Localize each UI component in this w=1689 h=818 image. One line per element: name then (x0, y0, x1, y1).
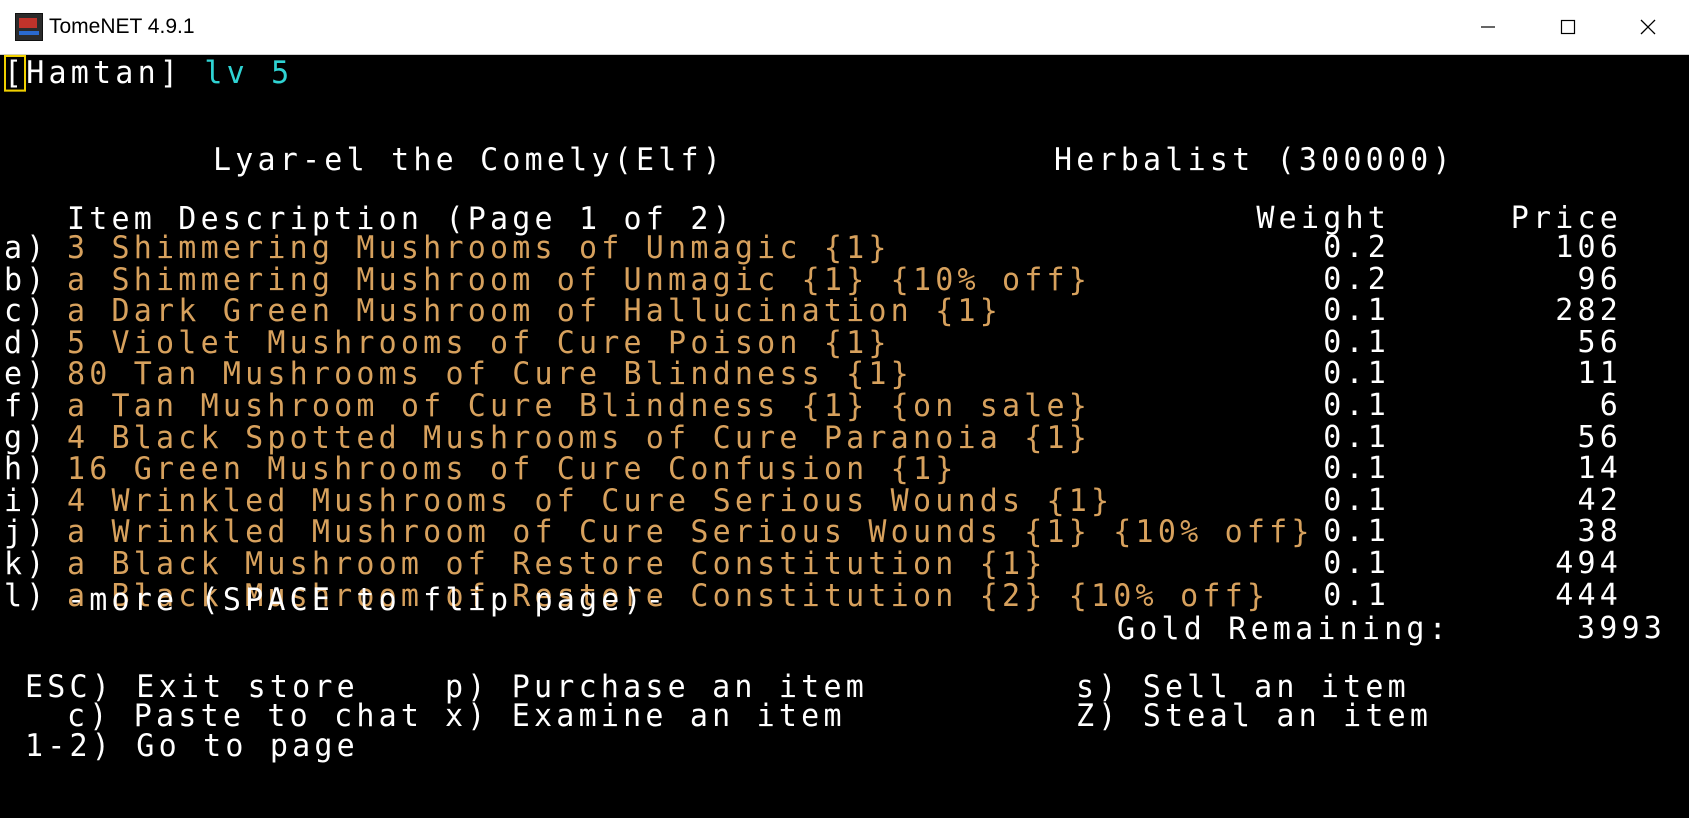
item-key: f) (4, 387, 49, 425)
player-status: [Hamtan] lv 5 (4, 54, 294, 92)
item-price: 282 (1555, 293, 1622, 328)
item-weight: 0.1 (1323, 388, 1390, 423)
item-price: 56 (1577, 325, 1622, 360)
item-key: l) (4, 577, 49, 615)
store-name: Herbalist (300000) (1054, 141, 1455, 179)
item-key: b) (4, 261, 49, 299)
item-key: d) (4, 324, 49, 362)
item-description: 3 Shimmering Mushrooms of Unmagic {1} (67, 229, 891, 267)
item-key: i) (4, 482, 49, 520)
item-price: 494 (1555, 546, 1622, 581)
item-price: 6 (1599, 388, 1622, 423)
item-price: 38 (1577, 514, 1622, 549)
item-description: 5 Violet Mushrooms of Cure Poison {1} (67, 324, 891, 362)
item-price: 106 (1555, 230, 1622, 265)
item-key: e) (4, 355, 49, 393)
text-cursor: [ (4, 54, 27, 92)
command-go-to-page[interactable]: 1-2) Go to page (25, 730, 359, 763)
item-description: 4 Black Spotted Mushrooms of Cure Parano… (67, 419, 1092, 457)
close-button[interactable] (1608, 0, 1688, 54)
item-weight: 0.1 (1323, 546, 1390, 581)
item-description: a Black Mushroom of Restore Constitution… (67, 545, 1047, 583)
window-title: TomeNET 4.9.1 (49, 15, 195, 38)
item-weight: 0.1 (1323, 356, 1390, 391)
item-price: 11 (1577, 356, 1622, 391)
item-key: a) (4, 229, 49, 267)
item-key: g) (4, 419, 49, 457)
item-weight: 0.2 (1323, 230, 1390, 265)
item-weight: 0.1 (1323, 578, 1390, 613)
command-steal[interactable]: Z) Steal an item (1076, 700, 1432, 733)
title-bar[interactable]: TomeNET 4.9.1 (0, 0, 1689, 55)
item-price: 96 (1577, 262, 1622, 297)
item-price: 14 (1577, 451, 1622, 486)
item-description: 16 Green Mushrooms of Cure Confusion {1} (67, 450, 958, 488)
item-description: a Wrinkled Mushroom of Cure Serious Woun… (67, 513, 1314, 551)
gold-label: Gold Remaining: (1117, 610, 1451, 648)
item-description: a Dark Green Mushroom of Hallucination {… (67, 292, 1002, 330)
minimize-button[interactable] (1448, 0, 1528, 54)
maximize-icon (1560, 19, 1576, 35)
item-description: a Shimmering Mushroom of Unmagic {1} {10… (67, 261, 1092, 299)
item-weight: 0.1 (1323, 451, 1390, 486)
minimize-icon (1481, 26, 1495, 28)
maximize-button[interactable] (1528, 0, 1608, 54)
item-price: 56 (1577, 420, 1622, 455)
item-key: k) (4, 545, 49, 583)
item-description: 4 Wrinkled Mushrooms of Cure Serious Wou… (67, 482, 1114, 520)
item-description: a Tan Mushroom of Cure Blindness {1} {on… (67, 387, 1092, 425)
terminal-screen[interactable]: [Hamtan] lv 5 Lyar-el the Comely(Elf) He… (0, 54, 1689, 818)
app-icon (15, 13, 43, 41)
item-weight: 0.1 (1323, 293, 1390, 328)
player-name: Hamtan] (26, 54, 183, 92)
close-icon (1640, 19, 1656, 35)
item-key: h) (4, 450, 49, 488)
item-price: 42 (1577, 483, 1622, 518)
item-key: c) (4, 292, 49, 330)
player-level: lv 5 (204, 54, 294, 92)
item-weight: 0.1 (1323, 483, 1390, 518)
gold-value: 3993 (1576, 611, 1666, 646)
item-weight: 0.2 (1323, 262, 1390, 297)
item-weight: 0.1 (1323, 514, 1390, 549)
item-description: 80 Tan Mushrooms of Cure Blindness {1} (67, 355, 913, 393)
item-price: 444 (1555, 578, 1622, 613)
store-owner: Lyar-el the Comely(Elf) (213, 141, 726, 179)
item-weight: 0.1 (1323, 325, 1390, 360)
app-window: TomeNET 4.9.1 [Hamtan] lv 5 Lyar-el the … (0, 0, 1689, 818)
item-weight: 0.1 (1323, 420, 1390, 455)
more-prompt: -more (SPACE to flip page)- (67, 581, 669, 619)
command-examine[interactable]: x) Examine an item (445, 700, 846, 733)
item-key: j) (4, 513, 49, 551)
